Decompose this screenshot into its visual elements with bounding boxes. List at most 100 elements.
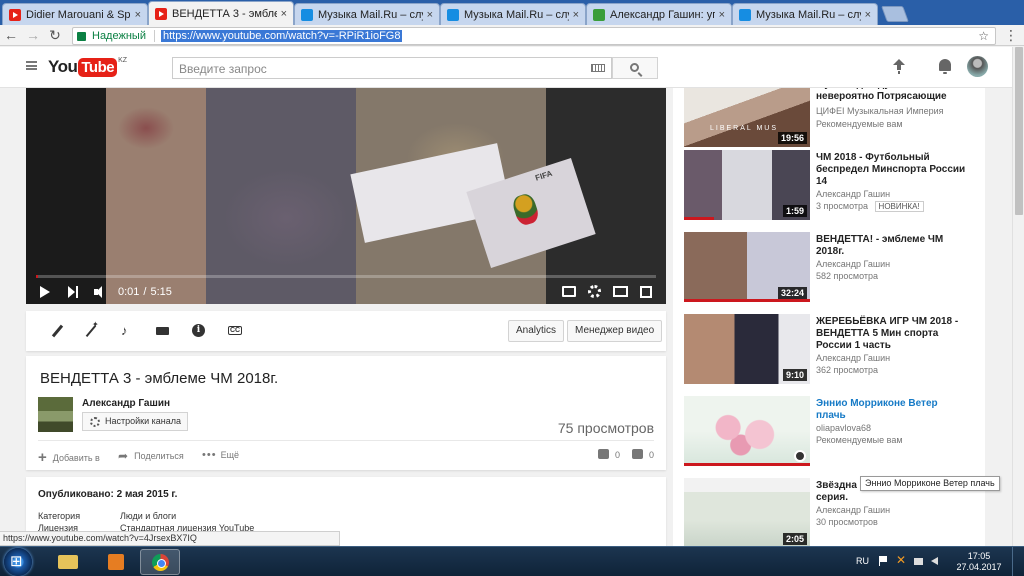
browser-tab-1[interactable]: Didier Marouani & Sp × — [2, 3, 148, 25]
tab-label: Музыка Mail.Ru – слуша — [318, 8, 423, 21]
item-menu-kebab-icon[interactable]: ⋮ — [980, 401, 985, 413]
more-button[interactable]: ••• Ещё — [202, 449, 239, 461]
video-thumbnail[interactable]: 32:24 — [684, 232, 810, 302]
fullscreen-icon[interactable] — [640, 285, 652, 298]
video-title-link[interactable]: Звёздна серия. — [816, 480, 860, 504]
video-title-link[interactable]: ЧМ 2018 - Футбольный беспредел Минспорта… — [816, 152, 966, 188]
search-input[interactable]: Введите запрос — [172, 57, 612, 79]
reload-icon[interactable]: ↻ — [44, 27, 66, 44]
related-video-item[interactable]: LIBERAL MUS 19:56 Музыка для души это не… — [684, 88, 984, 147]
account-avatar[interactable] — [967, 56, 988, 77]
action-center-flag-icon[interactable] — [878, 556, 888, 566]
tab-close-icon[interactable]: × — [865, 9, 871, 21]
video-manager-button[interactable]: Менеджер видео — [567, 320, 663, 342]
search-button[interactable] — [612, 57, 658, 79]
channel-settings-button[interactable]: Настройки канала — [82, 412, 189, 431]
edit-pencil-icon[interactable] — [50, 324, 64, 338]
theater-mode-icon[interactable] — [613, 286, 628, 297]
info-icon[interactable]: i — [192, 324, 205, 337]
mail-favicon-icon — [447, 8, 459, 21]
time-separator: / — [143, 286, 147, 298]
like-button[interactable]: 0 — [598, 449, 620, 460]
scrollbar-thumb[interactable] — [1015, 47, 1023, 215]
forward-arrow-icon[interactable]: → — [22, 27, 44, 43]
category-value[interactable]: Люди и блоги — [120, 511, 176, 521]
video-thumbnail[interactable]: 9:10 — [684, 314, 810, 384]
browser-toolbar: ← → ↻ Надежный https://www.youtube.com/w… — [0, 25, 1024, 46]
watch-later-clock-icon[interactable] — [794, 450, 806, 462]
browser-tab-3[interactable]: Музыка Mail.Ru – слуша × — [294, 3, 440, 25]
upload-icon[interactable] — [893, 59, 905, 73]
video-thumbnail[interactable] — [684, 396, 810, 466]
tab-close-icon[interactable]: × — [427, 9, 433, 21]
address-separator — [153, 30, 155, 42]
volume-icon[interactable] — [94, 286, 108, 298]
system-clock[interactable]: 17:05 27.04.2017 — [955, 551, 1003, 573]
next-video-icon[interactable] — [68, 286, 78, 298]
start-button[interactable] — [4, 548, 32, 576]
explorer-folder-icon[interactable] — [48, 549, 88, 575]
tab-label: Александр Гашин: упра — [610, 8, 715, 21]
dislike-button[interactable]: 0 — [632, 449, 654, 460]
tab-close-icon[interactable]: × — [281, 8, 287, 20]
related-video-item[interactable]: 9:10 ЖЕРЕБЬЁВКА ИГР ЧМ 2018 - ВЕНДЕТТА 5… — [684, 314, 984, 384]
chrome-taskbar-icon[interactable] — [140, 549, 180, 575]
logo-you-text: You — [48, 57, 78, 76]
watched-progress-bar — [684, 217, 714, 220]
watched-progress-bar — [684, 299, 810, 302]
video-channel: oliapavlova68 — [816, 423, 872, 433]
notifications-bell-icon[interactable] — [939, 59, 951, 74]
video-player[interactable]: FIFA 0:01 / 5:15 — [26, 88, 666, 304]
address-bar[interactable]: Надежный https://www.youtube.com/watch?v… — [72, 27, 996, 45]
video-thumbnail[interactable]: 1:59 — [684, 150, 810, 220]
language-indicator[interactable]: RU — [856, 556, 869, 566]
channel-avatar[interactable] — [38, 397, 73, 432]
settings-gear-icon[interactable] — [588, 285, 601, 298]
guide-menu-icon[interactable] — [26, 61, 37, 70]
url-text[interactable]: https://www.youtube.com/watch?v=-RPiR1io… — [160, 30, 403, 42]
youtube-logo[interactable]: You Tube KZ — [48, 57, 127, 77]
current-time: 0:01 — [118, 286, 140, 298]
new-tab-button[interactable] — [881, 6, 909, 22]
enhance-wand-icon[interactable] — [84, 320, 99, 338]
browser-tab-4[interactable]: Музыка Mail.Ru – слуша × — [440, 3, 586, 25]
media-player-icon[interactable] — [96, 549, 136, 575]
video-title-link[interactable]: Музыка для души это невероятно Потрясающ… — [816, 88, 966, 103]
tray-app-icon[interactable]: ✕ — [896, 553, 906, 567]
captions-icon[interactable] — [228, 324, 243, 338]
tab-close-icon[interactable]: × — [573, 9, 579, 21]
keyboard-icon[interactable] — [591, 64, 605, 72]
video-thumbnail[interactable]: 2:05 — [684, 478, 810, 546]
analytics-button[interactable]: Analytics — [508, 320, 565, 342]
channel-name-link[interactable]: Александр Гашин — [82, 398, 170, 409]
browser-tab-5[interactable]: Александр Гашин: упра × — [586, 3, 732, 25]
youtube-favicon-icon — [9, 8, 21, 21]
browser-tab-6[interactable]: Музыка Mail.Ru – слуша × — [732, 3, 878, 25]
add-to-button[interactable]: + Добавить в — [38, 449, 100, 466]
share-button[interactable]: ➦ Поделиться — [118, 449, 184, 463]
tab-label: Didier Marouani & Sp — [26, 8, 131, 21]
show-desktop-button[interactable] — [1012, 547, 1024, 576]
page-scrollbar[interactable] — [1012, 47, 1024, 546]
play-icon[interactable] — [40, 286, 50, 298]
video-title-link[interactable]: ВЕНДЕТТА! - эмблеме ЧМ 2018г. — [816, 234, 966, 258]
progress-bar[interactable] — [36, 275, 656, 278]
subtitles-icon[interactable] — [562, 286, 576, 297]
bookmark-star-icon[interactable]: ☆ — [978, 29, 989, 43]
annotations-icon[interactable] — [156, 324, 170, 338]
tab-close-icon[interactable]: × — [719, 9, 725, 21]
network-icon[interactable] — [914, 556, 924, 566]
video-meta: Рекомендуемые вам — [816, 435, 903, 445]
related-video-item[interactable]: 32:24 ВЕНДЕТТА! - эмблеме ЧМ 2018г. Алек… — [684, 232, 984, 302]
browser-menu-icon[interactable]: ⋮ — [1004, 28, 1018, 42]
related-video-item[interactable]: Эннио Морриконе Ветер плачь oliapavlova6… — [684, 396, 985, 466]
related-video-item[interactable]: 1:59 ЧМ 2018 - Футбольный беспредел Минс… — [684, 150, 984, 220]
volume-tray-icon[interactable] — [931, 556, 941, 566]
audio-note-icon[interactable]: ♪ — [121, 324, 135, 338]
video-thumbnail[interactable]: LIBERAL MUS 19:56 — [684, 88, 810, 147]
tab-close-icon[interactable]: × — [135, 9, 141, 21]
back-arrow-icon[interactable]: ← — [0, 27, 22, 43]
video-title-link[interactable]: Эннио Морриконе Ветер плачь — [816, 398, 966, 422]
video-title-link[interactable]: ЖЕРЕБЬЁВКА ИГР ЧМ 2018 - ВЕНДЕТТА 5 Мин … — [816, 316, 966, 352]
browser-tab-2[interactable]: ВЕНДЕТТА 3 - эмблеме Ч × — [148, 1, 294, 25]
